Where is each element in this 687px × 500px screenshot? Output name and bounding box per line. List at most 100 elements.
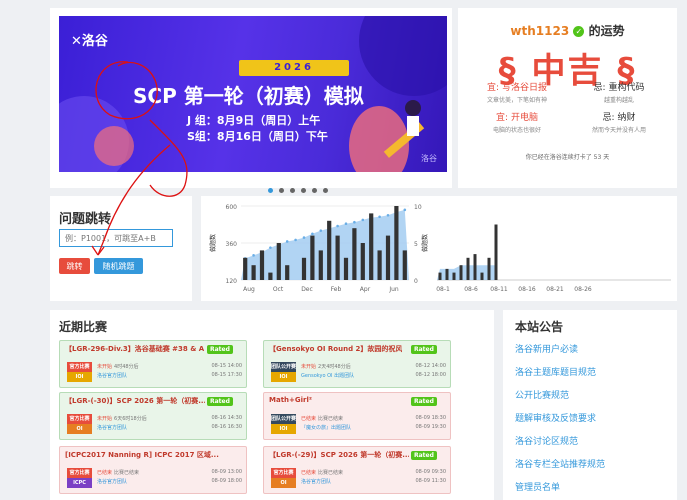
area-point — [403, 208, 407, 212]
problem-jump-title: 问题跳转 — [59, 212, 112, 227]
x-tick-label: Oct — [273, 286, 284, 293]
verified-check-icon: ✓ — [573, 26, 585, 37]
activity-bar — [259, 250, 265, 280]
contest-start-time: 08-09 18:30 — [415, 415, 446, 421]
banner-card: ✕洛谷 2026 SCP 第一轮（初赛）模拟 J 组：8月9日（周日）上午 S组… — [50, 8, 452, 193]
area-point — [302, 236, 306, 239]
random-problem-button[interactable]: 随机跳题 — [94, 258, 143, 274]
contest-host-link[interactable]: Gensokyo OI 出题团队 — [301, 372, 354, 379]
activity-bar — [251, 265, 256, 280]
contest-item[interactable]: 【LGR-(-30)】SCP 2026 第一轮（初赛... Rated 官方比赛 OI… — [59, 392, 247, 440]
area-point — [294, 238, 297, 242]
recent-contests-title: 近期比赛 — [59, 320, 108, 334]
area-point — [353, 220, 356, 224]
contest-status: 已结束 比赛已结束 — [97, 469, 139, 476]
banner-title: SCP 第一轮（初赛）模拟 — [133, 84, 364, 108]
carousel-dot[interactable] — [290, 188, 295, 193]
announcement-link[interactable]: 洛谷新用户必读 — [515, 342, 578, 355]
y-tick-label: 360 — [226, 241, 238, 248]
area-point — [319, 229, 323, 232]
contest-rule-badge: IOI — [67, 372, 92, 382]
x-tick-label: 08-26 — [574, 286, 592, 293]
x-tick-label: Dec — [301, 286, 313, 293]
contest-type-badge: 团队公开赛 — [271, 414, 297, 424]
fortune-good-item: 宜: 开电脑 — [495, 113, 539, 123]
carousel-dot[interactable] — [301, 188, 306, 193]
rated-badge: Rated — [207, 397, 233, 406]
fortune-bad-item: 忌: 纳财 — [602, 113, 636, 123]
y2-tick-label: 5 — [414, 241, 418, 248]
rated-badge: Rated — [411, 345, 437, 354]
x-tick-label: Aug — [243, 286, 255, 293]
contest-rule-badge: OI — [271, 478, 296, 488]
activity-bar — [318, 250, 323, 280]
contest-status: 未开始 4时48分后 — [97, 363, 139, 370]
contest-name[interactable]: [ICPC2017 Nanning R] ICPC 2017 区域... — [65, 450, 219, 460]
activity-bar — [285, 265, 290, 280]
carousel-dots[interactable] — [268, 178, 334, 197]
problem-jump-input[interactable] — [59, 229, 173, 247]
contest-name[interactable]: 【LGR-296-Div.3】洛谷基础赛 #38 & A... — [65, 344, 205, 354]
contest-end-time: 08-09 18:00 — [211, 478, 242, 484]
announcement-link[interactable]: 公开比赛规范 — [515, 388, 569, 401]
x-tick-label: 08-16 — [518, 286, 536, 293]
contest-name[interactable]: Math+Girl² — [269, 396, 312, 404]
checkin-streak: 你已经在洛谷连续打卡了 53 天 — [525, 154, 610, 161]
contest-status-detail: 比赛已结束 — [114, 470, 140, 476]
contest-start-time: 08-16 14:30 — [211, 415, 242, 421]
contest-status: 已结束 比赛已结束 — [301, 415, 343, 422]
banner-watermark: 洛谷 — [421, 154, 437, 163]
contest-item[interactable]: 【Gensokyo OI Round 2】故园的祝风 Rated 团队公开赛 IOI 未… — [263, 340, 451, 388]
contest-item[interactable]: 【LGR-296-Div.3】洛谷基础赛 #38 & A... Rated 官方比赛… — [59, 340, 247, 388]
activity-chart: 120 360 600 做题数 Aug Oct Dec Feb Apr Jun 0 5 10 做题数 08-… — [209, 204, 671, 293]
fortune-header: wth1123 ✓ 的运势 — [458, 22, 677, 39]
carousel-dot[interactable] — [279, 188, 284, 193]
contest-host-link[interactable]: 洛谷官方团队 — [97, 372, 127, 379]
y2-tick-label: 10 — [414, 204, 422, 211]
contest-type-badge: 官方比赛 — [271, 468, 296, 478]
contest-status-label: 已结束 — [301, 416, 317, 422]
contest-item[interactable]: Math+Girl² Rated 团队公开赛 IOI 已结束 比赛已结束 『魔女の旅』出题团… — [263, 392, 451, 440]
contest-status-detail: 比赛已结束 — [318, 416, 344, 422]
activity-bar — [369, 213, 374, 280]
announcement-link[interactable]: 洛谷讨论区规范 — [515, 434, 578, 447]
x-tick-label: 08-11 — [490, 286, 508, 293]
contest-host-link[interactable]: 洛谷官方团队 — [97, 424, 127, 431]
fortune-good-desc: 电脑的状态也很好 — [492, 127, 541, 134]
x-tick-label: 08-1 — [436, 286, 450, 293]
carousel-dot[interactable] — [268, 188, 273, 193]
banner-carousel[interactable]: ✕洛谷 2026 SCP 第一轮（初赛）模拟 J 组：8月9日（周日）上午 S组… — [59, 16, 447, 172]
contest-host-link[interactable]: 『魔女の旅』出题团队 — [301, 424, 351, 431]
contest-name[interactable]: 【LGR-(-30)】SCP 2026 第一轮（初赛... — [65, 396, 205, 406]
announcement-link[interactable]: 洛谷主题库题目规范 — [515, 365, 596, 378]
username-link[interactable]: wth1123 — [510, 24, 569, 38]
announcements-card: 本站公告 洛谷新用户必读 洛谷主题库题目规范 公开比赛规范 题解审核及反馈要求 洛谷讨论… — [503, 310, 677, 500]
area-point — [269, 246, 272, 249]
announcement-link[interactable]: 题解审核及反馈要求 — [515, 411, 596, 424]
area-point — [378, 215, 381, 219]
activity-chart-card: 120 360 600 做题数 Aug Oct Dec Feb Apr Jun 0 5 10 做题数 08-… — [201, 196, 677, 301]
announcement-link[interactable]: 管理员名单 — [515, 480, 560, 493]
contest-item[interactable]: [ICPC2017 Nanning R] ICPC 2017 区域... 官方比赛… — [59, 446, 247, 494]
recent-contests-card: 近期比赛 【LGR-296-Div.3】洛谷基础赛 #38 & A... Rate… — [50, 310, 494, 500]
problem-jump-card: 问题跳转 跳转 随机跳题 — [50, 196, 192, 301]
area-point — [344, 222, 348, 226]
fortune-card: wth1123 ✓ 的运势 § 中吉 § 宜: 写洛谷日报 文章优美，下笔如有神 … — [458, 8, 677, 188]
contest-start-time: 08-12 14:00 — [415, 363, 446, 369]
carousel-dot[interactable] — [312, 188, 317, 193]
announcement-link[interactable]: 洛谷专栏全站推荐规范 — [515, 457, 605, 470]
contest-item[interactable]: 【LGR-(-29)】SCP 2026 第一轮（初赛... Rated 官方比赛 OI… — [263, 446, 451, 494]
activity-bar — [335, 235, 340, 280]
contest-name[interactable]: 【LGR-(-29)】SCP 2026 第一轮（初赛... — [269, 450, 409, 460]
contest-name[interactable]: 【Gensokyo OI Round 2】故园的祝风 — [269, 344, 402, 354]
contest-type-badge: 官方比赛 — [67, 362, 92, 372]
contest-host-link[interactable]: 洛谷官方团队 — [97, 478, 127, 485]
contest-status-label: 未开始 — [97, 416, 113, 422]
x-tick-label: Apr — [360, 286, 371, 293]
y-axis-label: 做题数 — [209, 234, 217, 252]
contest-host-link[interactable]: 洛谷官方团队 — [301, 478, 331, 485]
banner-line-s: S组：8月16日（周日）下午 — [187, 130, 328, 143]
jump-button[interactable]: 跳转 — [59, 258, 90, 274]
carousel-dot[interactable] — [323, 188, 328, 193]
activity-bar — [385, 235, 391, 280]
